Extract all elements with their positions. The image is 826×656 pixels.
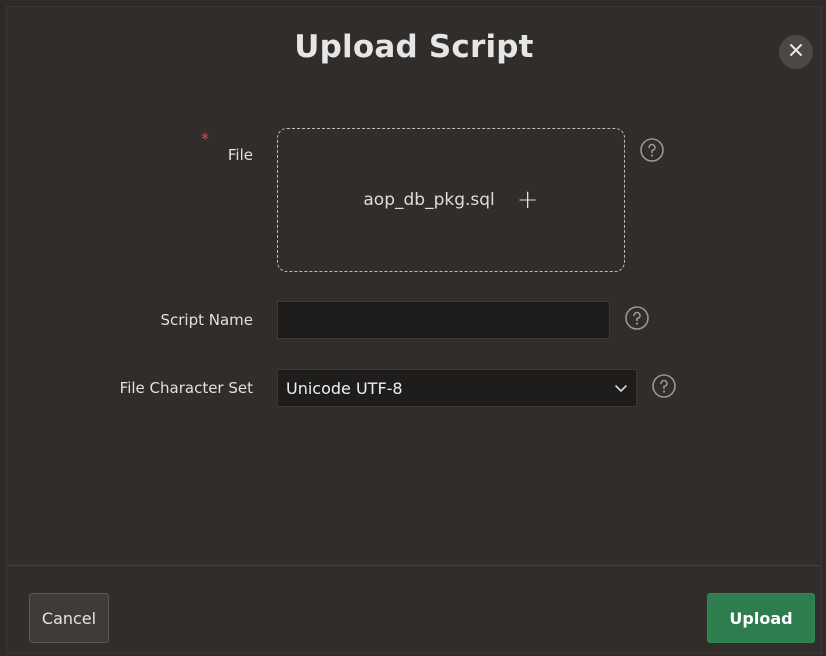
script-name-help-button[interactable] bbox=[624, 305, 650, 335]
charset-select[interactable]: Unicode UTF-8 bbox=[277, 369, 637, 407]
footer-divider bbox=[7, 565, 821, 566]
upload-script-dialog: Upload Script * File aop_db_pkg.sql + Sc… bbox=[6, 6, 822, 654]
script-name-input[interactable] bbox=[277, 301, 610, 339]
script-name-label: Script Name bbox=[160, 311, 253, 329]
upload-button[interactable]: Upload bbox=[707, 593, 815, 643]
plus-icon: + bbox=[516, 185, 539, 215]
charset-selected-value: Unicode UTF-8 bbox=[286, 378, 403, 398]
required-marker: * bbox=[201, 129, 209, 148]
file-label: File bbox=[227, 146, 253, 164]
file-help-button[interactable] bbox=[639, 137, 665, 167]
dialog-title: Upload Script bbox=[294, 29, 534, 65]
charset-help-button[interactable] bbox=[651, 373, 677, 403]
chevron-down-icon bbox=[614, 379, 628, 398]
help-icon bbox=[639, 137, 665, 167]
selected-file-name: aop_db_pkg.sql bbox=[363, 190, 495, 210]
help-icon bbox=[651, 373, 677, 403]
close-button[interactable] bbox=[779, 35, 813, 69]
cancel-button[interactable]: Cancel bbox=[29, 593, 109, 643]
file-drop-zone[interactable]: aop_db_pkg.sql + bbox=[277, 128, 625, 272]
close-icon bbox=[788, 42, 804, 62]
help-icon bbox=[624, 305, 650, 335]
charset-label: File Character Set bbox=[119, 379, 253, 397]
